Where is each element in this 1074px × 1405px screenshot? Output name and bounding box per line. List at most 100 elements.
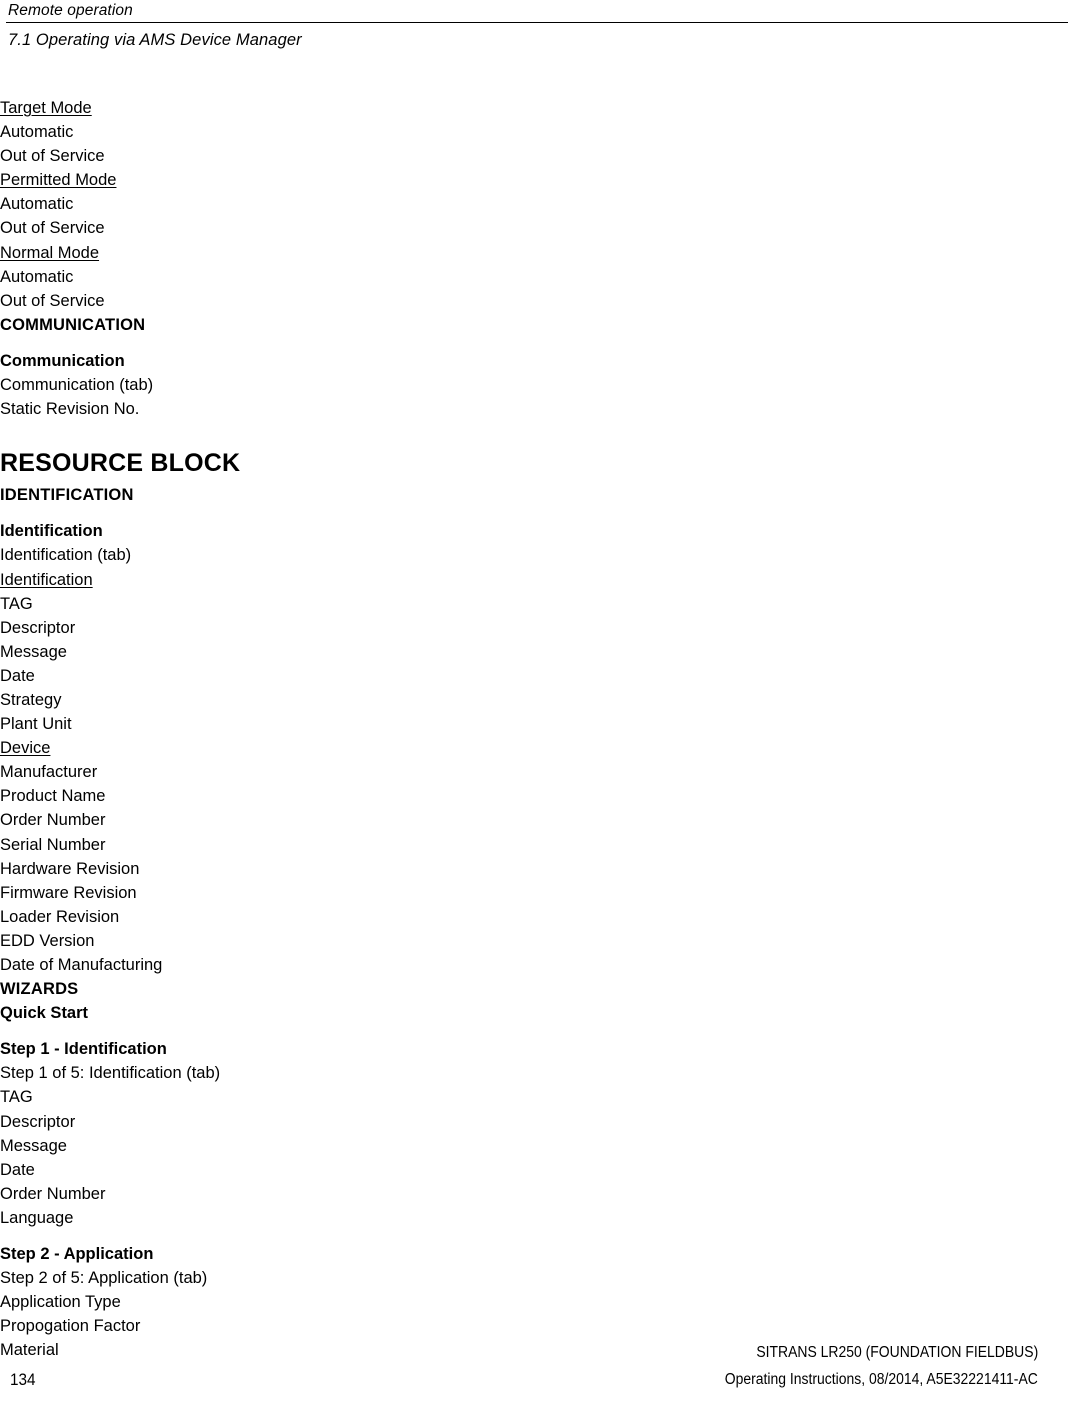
outline-row: TAG xyxy=(0,592,1074,616)
outline-row: Order Number xyxy=(0,1182,1074,1206)
outline-row: Descriptor xyxy=(0,1110,1074,1134)
outline-item-device-2: Order Number xyxy=(0,811,106,830)
outline-row: Product Name xyxy=(0,784,1074,808)
outline-spacer xyxy=(0,1025,1074,1037)
outline-row: Message xyxy=(0,1134,1074,1158)
outline-item-identification-0: TAG xyxy=(0,594,33,613)
outline-item-device-0: Manufacturer xyxy=(0,763,98,782)
outline-row: Target Mode xyxy=(0,96,1074,120)
outline-item-permitted-mode: Permitted Mode xyxy=(0,171,117,190)
outline-row: EDD Version xyxy=(0,929,1074,953)
outline-item-step1-0: TAG xyxy=(0,1088,33,1107)
outline-group-quick-start: Quick Start xyxy=(0,1004,89,1023)
outline-row: Step 2 of 5: Application (tab) xyxy=(0,1266,1074,1290)
outline-row: Out of Service xyxy=(0,216,1074,240)
outline-row: Normal Mode xyxy=(0,241,1074,265)
outline-item-identification-3: Date xyxy=(0,666,35,685)
outline-item-step1-5: Language xyxy=(0,1208,74,1227)
header-divider-rule xyxy=(6,22,1068,23)
outline-row: Device xyxy=(0,736,1074,760)
outline-item-normal-mode-automatic: Automatic xyxy=(0,267,74,286)
outline-spacer xyxy=(0,337,1074,349)
outline-row: Out of Service xyxy=(0,289,1074,313)
outline-row: Firmware Revision xyxy=(0,881,1074,905)
outline-item-identification-1: Descriptor xyxy=(0,618,76,637)
outline-row: Automatic xyxy=(0,265,1074,289)
outline-sub-identification: Identification xyxy=(0,570,93,589)
outline-row: Identification xyxy=(0,568,1074,592)
outline-row: Out of Service xyxy=(0,144,1074,168)
outline-item-target-mode-automatic: Automatic xyxy=(0,123,74,142)
outline-spacer xyxy=(0,1230,1074,1242)
outline-row: Serial Number xyxy=(0,833,1074,857)
footer-page-number: 134 xyxy=(10,1370,36,1389)
outline-heading-identification: IDENTIFICATION xyxy=(0,486,134,505)
outline-row: WIZARDS xyxy=(0,977,1074,1001)
outline-item-target-mode: Target Mode xyxy=(0,99,92,117)
outline-item-device-8: Date of Manufacturing xyxy=(0,956,163,974)
outline-row: Message xyxy=(0,640,1074,664)
outline-row: TAG xyxy=(0,1085,1074,1109)
outline-row: Automatic xyxy=(0,120,1074,144)
outline-row: Plant Unit xyxy=(0,712,1074,736)
outline-row: Hardware Revision xyxy=(0,857,1074,881)
outline-spacer xyxy=(0,507,1074,519)
outline-row: RESOURCE BLOCK xyxy=(0,447,1074,483)
outline-item-step1-3: Date xyxy=(0,1160,35,1179)
outline-item-device-6: Loader Revision xyxy=(0,907,120,926)
outline-item-step1-2: Message xyxy=(0,1136,67,1155)
outline-row: Step 1 of 5: Identification (tab) xyxy=(0,1061,1074,1085)
outline-row: Automatic xyxy=(0,192,1074,216)
outline-item-device-1: Product Name xyxy=(0,787,106,806)
outline-tab-step-1: Step 1 of 5: Identification (tab) xyxy=(0,1064,221,1083)
outline-row: Static Revision No. xyxy=(0,397,1074,421)
outline-heading-wizards: WIZARDS xyxy=(0,980,79,999)
outline-row: Application Type xyxy=(0,1290,1074,1314)
outline-item-normal-mode-out-of-service: Out of Service xyxy=(0,291,105,310)
outline-row: Descriptor xyxy=(0,616,1074,640)
outline-row: Loader Revision xyxy=(0,905,1074,929)
outline-item-step1-4: Order Number xyxy=(0,1184,106,1203)
outline-heading-resource-block: RESOURCE BLOCK xyxy=(0,449,241,478)
outline-row: Date xyxy=(0,664,1074,688)
outline-item-identification-2: Message xyxy=(0,642,67,661)
outline-item-step2-0: Application Type xyxy=(0,1293,121,1312)
header-section-title: 7.1 Operating via AMS Device Manager xyxy=(8,31,302,49)
outline-heading-step-2: Step 2 - Application xyxy=(0,1245,154,1264)
outline-row: Date xyxy=(0,1158,1074,1182)
outline-sub-device: Device xyxy=(0,739,51,758)
outline-tree: Target Mode Automatic Out of Service Per… xyxy=(0,96,1074,1363)
outline-row: Permitted Mode xyxy=(0,168,1074,192)
outline-row: Strategy xyxy=(0,688,1074,712)
outline-row: Order Number xyxy=(0,808,1074,832)
outline-row: Communication (tab) xyxy=(0,373,1074,397)
outline-tab-communication: Communication (tab) xyxy=(0,376,154,395)
outline-spacer xyxy=(0,421,1074,447)
outline-group-communication: Communication xyxy=(0,351,125,370)
outline-item-normal-mode: Normal Mode xyxy=(0,243,100,262)
header-chapter-title: Remote operation xyxy=(8,2,133,19)
outline-item-static-revision-no: Static Revision No. xyxy=(0,400,140,419)
outline-row: Communication xyxy=(0,349,1074,373)
footer-document-reference: Operating Instructions, 08/2014, A5E3222… xyxy=(724,1371,1038,1388)
outline-row: Step 2 - Application xyxy=(0,1242,1074,1266)
outline-item-device-3: Serial Number xyxy=(0,835,106,854)
outline-heading-communication: COMMUNICATION xyxy=(0,315,146,334)
outline-row: Quick Start xyxy=(0,1001,1074,1025)
outline-item-permitted-mode-out-of-service: Out of Service xyxy=(0,219,105,238)
outline-item-device-5: Firmware Revision xyxy=(0,883,137,902)
outline-item-step1-1: Descriptor xyxy=(0,1112,76,1131)
outline-item-permitted-mode-automatic: Automatic xyxy=(0,195,74,214)
outline-item-target-mode-out-of-service: Out of Service xyxy=(0,147,105,166)
outline-row: Language xyxy=(0,1206,1074,1230)
outline-row: Identification (tab) xyxy=(0,543,1074,567)
outline-heading-step-1: Step 1 - Identification xyxy=(0,1040,167,1059)
page-footer: SITRANS LR250 (FOUNDATION FIELDBUS) 134 … xyxy=(0,1325,1074,1405)
footer-product-name: SITRANS LR250 (FOUNDATION FIELDBUS) xyxy=(756,1344,1038,1361)
outline-row: IDENTIFICATION xyxy=(0,483,1074,507)
outline-group-identification: Identification xyxy=(0,522,103,541)
outline-item-device-7: EDD Version xyxy=(0,931,95,950)
outline-item-identification-5: Plant Unit xyxy=(0,715,72,734)
outline-item-device-4: Hardware Revision xyxy=(0,859,140,878)
outline-row: Step 1 - Identification xyxy=(0,1037,1074,1061)
